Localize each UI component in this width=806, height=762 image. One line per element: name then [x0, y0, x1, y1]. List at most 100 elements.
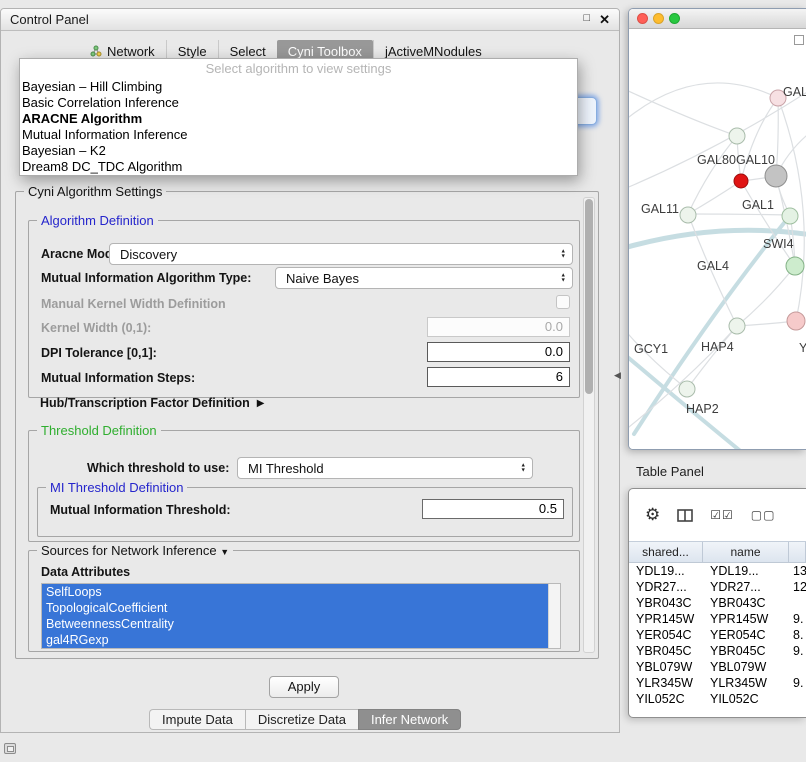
- table-header: shared...name: [629, 541, 806, 563]
- network-node[interactable]: [680, 207, 696, 223]
- algorithm-definition-title: Algorithm Definition: [37, 213, 158, 228]
- table-cell: 13: [789, 563, 806, 579]
- algorithm-option[interactable]: Dream8 DC_TDC Algorithm: [20, 159, 577, 175]
- network-node[interactable]: [787, 312, 805, 330]
- table-column-header[interactable]: name: [703, 542, 789, 562]
- restore-panel-icon[interactable]: [4, 743, 16, 754]
- table-row[interactable]: YDL19...YDL19...13: [629, 563, 806, 579]
- control-panel-titlebar[interactable]: Control Panel □ ✕: [1, 9, 619, 31]
- panel-splitter-arrow[interactable]: ◀: [614, 370, 621, 381]
- manual-kernel-width-checkbox[interactable]: [556, 295, 570, 309]
- minimize-window-icon[interactable]: [653, 13, 664, 24]
- network-node-label: HAP2: [686, 402, 719, 416]
- threshold-type-value: MI Threshold: [248, 461, 324, 476]
- network-canvas[interactable]: GALGAL80GAL10GAL11GAL1SWI4GAL4GCY1HAP4YH…: [629, 29, 806, 450]
- mi-steps-field[interactable]: 6: [427, 367, 570, 387]
- table-toolbar: ⚙ ☑☑ ▢▢: [629, 489, 806, 541]
- zoom-window-icon[interactable]: [669, 13, 680, 24]
- control-panel-window: Control Panel □ ✕ Network Style Select C…: [0, 8, 620, 733]
- table-cell: YBL079W: [703, 659, 789, 675]
- mi-algorithm-type-label: Mutual Information Algorithm Type:: [41, 271, 251, 285]
- network-node[interactable]: [729, 128, 745, 144]
- network-edge[interactable]: [629, 89, 737, 136]
- mi-threshold-field[interactable]: 0.5: [422, 499, 564, 519]
- birdseye-toggle[interactable]: [794, 35, 804, 45]
- data-attribute-item[interactable]: TopologicalCoefficient: [42, 600, 548, 616]
- table-body: YDL19...YDL19...13YDR27...YDR27...12YBR0…: [629, 563, 806, 707]
- kernel-width-field: 0.0: [427, 317, 570, 337]
- network-node[interactable]: [734, 174, 748, 188]
- table-row[interactable]: YLR345WYLR345W9.: [629, 675, 806, 691]
- algorithm-option[interactable]: ARACNE Algorithm: [20, 111, 577, 127]
- algorithm-option[interactable]: Basic Correlation Inference: [20, 95, 577, 111]
- tab-discretize-data[interactable]: Discretize Data: [245, 709, 358, 730]
- tab-label: Select: [230, 44, 266, 59]
- sources-title-expander[interactable]: Sources for Network Inference ▼: [37, 543, 233, 558]
- data-attributes-list[interactable]: SelfLoopsTopologicalCoefficientBetweenne…: [41, 583, 561, 649]
- network-node[interactable]: [729, 318, 745, 334]
- network-node[interactable]: [782, 208, 798, 224]
- algorithm-option[interactable]: Bayesian – K2: [20, 143, 577, 159]
- network-node-label: GAL4: [697, 259, 729, 273]
- network-edge[interactable]: [687, 326, 737, 389]
- table-row[interactable]: YPR145WYPR145W9.: [629, 611, 806, 627]
- table-cell: YIL052C: [629, 691, 703, 707]
- network-view-window: GALGAL80GAL10GAL11GAL1SWI4GAL4GCY1HAP4YH…: [628, 8, 806, 450]
- table-row[interactable]: YBR043CYBR043C: [629, 595, 806, 611]
- mi-threshold-group: MI Threshold Definition Mutual Informati…: [37, 487, 573, 537]
- aracne-mode-select[interactable]: Discovery ▲▼: [109, 243, 573, 265]
- network-node[interactable]: [679, 381, 695, 397]
- dpi-tolerance-field[interactable]: 0.0: [427, 342, 570, 362]
- hub-definition-expander[interactable]: Hub/Transcription Factor Definition ▶: [40, 396, 264, 410]
- table-row[interactable]: YIL052CYIL052C: [629, 691, 806, 707]
- table-row[interactable]: YER054CYER054C8.: [629, 627, 806, 643]
- table-cell: 9.: [789, 675, 806, 691]
- kernel-width-label: Kernel Width (0,1):: [41, 321, 151, 335]
- deselect-all-icon[interactable]: ▢▢: [751, 508, 776, 522]
- gear-icon[interactable]: ⚙: [645, 505, 660, 525]
- data-attributes-items: SelfLoopsTopologicalCoefficientBetweenne…: [42, 584, 548, 648]
- table-row[interactable]: YBL079WYBL079W: [629, 659, 806, 675]
- dropdown-arrows-icon: ▲▼: [521, 464, 526, 473]
- table-row[interactable]: YDR27...YDR27...12: [629, 579, 806, 595]
- data-attribute-item[interactable]: BetweennessCentrality: [42, 616, 548, 632]
- network-tab-icon: [90, 45, 102, 57]
- select-all-icon[interactable]: ☑☑: [710, 508, 734, 522]
- network-node[interactable]: [786, 257, 804, 275]
- tab-infer-network[interactable]: Infer Network: [358, 709, 461, 730]
- apply-button[interactable]: Apply: [269, 676, 339, 698]
- algorithm-option[interactable]: Bayesian – Hill Climbing: [20, 79, 577, 95]
- aracne-mode-value: Discovery: [120, 247, 177, 262]
- algorithm-option[interactable]: Mutual Information Inference: [20, 127, 577, 143]
- table-column-header[interactable]: [789, 542, 806, 562]
- tab-label: Cyni Toolbox: [288, 44, 362, 59]
- network-node-label: GCY1: [634, 342, 668, 356]
- tab-impute-data[interactable]: Impute Data: [149, 709, 245, 730]
- table-cell: YER054C: [703, 627, 789, 643]
- threshold-type-select[interactable]: MI Threshold ▲▼: [237, 457, 533, 479]
- close-panel-icon[interactable]: ✕: [599, 12, 610, 28]
- network-node-label: HAP4: [701, 340, 734, 354]
- table-cell: YBR045C: [703, 643, 789, 659]
- mi-threshold-label: Mutual Information Threshold:: [50, 503, 231, 517]
- mi-algorithm-type-select[interactable]: Naive Bayes ▲▼: [275, 267, 573, 289]
- list-scrollbar[interactable]: [548, 584, 560, 648]
- table-row[interactable]: YBR045CYBR045C9.: [629, 643, 806, 659]
- cyni-bottom-tabs: Impute Data Discretize Data Infer Networ…: [149, 709, 461, 730]
- data-attribute-item[interactable]: gal4RGexp: [42, 632, 548, 648]
- network-edge[interactable]: [629, 329, 687, 389]
- network-edge[interactable]: [688, 214, 790, 215]
- settings-scrollbar[interactable]: [583, 197, 595, 653]
- float-panel-icon[interactable]: □: [583, 12, 590, 28]
- close-window-icon[interactable]: [637, 13, 648, 24]
- table-cell: YPR145W: [703, 611, 789, 627]
- dropdown-arrows-icon: ▲▼: [561, 274, 566, 283]
- network-node[interactable]: [765, 165, 787, 187]
- settings-group-title: Cyni Algorithm Settings: [24, 184, 166, 199]
- scrollbar-thumb[interactable]: [585, 199, 593, 394]
- network-window-titlebar[interactable]: [629, 9, 806, 29]
- columns-icon[interactable]: [677, 509, 693, 522]
- table-cell: [789, 691, 806, 707]
- table-column-header[interactable]: shared...: [629, 542, 703, 562]
- data-attribute-item[interactable]: SelfLoops: [42, 584, 548, 600]
